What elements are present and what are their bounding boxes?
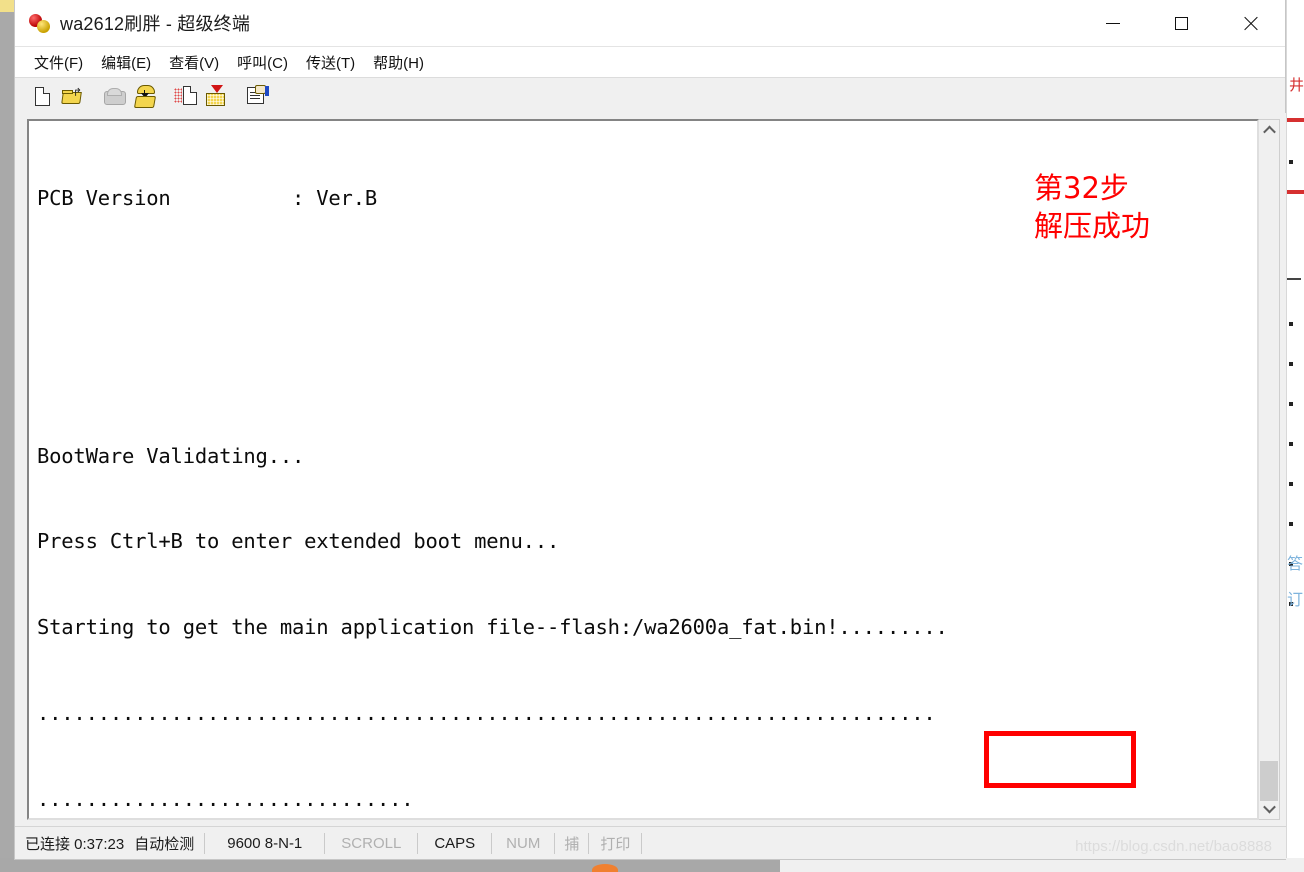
annotation-step-line1: 第32步 (1034, 171, 1129, 205)
maximize-button[interactable] (1147, 0, 1216, 46)
status-bar: 已连接 0:37:23 自动检测 9600 8-N-1 SCROLL CAPS … (15, 826, 1286, 859)
toolbar-connect[interactable] (129, 81, 159, 111)
minimize-icon (1105, 22, 1120, 24)
hyperterminal-window: wa2612刷胖 - 超级终端 文件(F) 编辑(E) 查看(V) 呼叫(C) … (14, 0, 1286, 860)
close-button[interactable] (1216, 0, 1285, 46)
toolbar-receive[interactable] (201, 81, 231, 111)
terminal-line: Press Ctrl+B to enter extended boot menu… (37, 529, 560, 554)
toolbar-disconnect[interactable] (99, 81, 129, 111)
toolbar-send[interactable] (171, 81, 201, 111)
maximize-icon (1175, 16, 1188, 30)
annotation-done-highlight-box (984, 731, 1136, 788)
status-num: NUM (506, 834, 541, 852)
status-separator (641, 832, 643, 854)
background-document-page: 井 答 订 (1286, 0, 1304, 872)
scroll-down-button[interactable] (1259, 798, 1279, 819)
desktop-bottom-strip-right (780, 858, 1304, 872)
desktop-bottom-strip (0, 858, 780, 872)
taskbar-orange-icon (592, 864, 618, 872)
new-document-icon (34, 86, 50, 106)
terminal-output: PCB Version : Ver.B BootWare Validating.… (37, 127, 948, 818)
background-yellow-sliver (0, 0, 14, 12)
window-title: wa2612刷胖 - 超级终端 (60, 14, 251, 34)
menu-file[interactable]: 文件(F) (25, 50, 92, 75)
status-print: 打印 (600, 835, 631, 853)
phone-disconnected-icon (103, 87, 126, 105)
menu-help[interactable]: 帮助(H) (364, 50, 433, 75)
status-caps: CAPS (434, 834, 476, 852)
window-controls (1078, 0, 1285, 46)
status-connected: 已连接 0:37:23 (25, 835, 125, 853)
close-icon (1243, 16, 1258, 31)
scroll-up-button[interactable] (1259, 120, 1279, 141)
desktop-left-strip (0, 0, 14, 872)
scrollbar-thumb[interactable] (1260, 761, 1278, 801)
menu-transfer[interactable]: 传送(T) (297, 50, 364, 75)
send-file-icon (174, 86, 198, 106)
title-bar: wa2612刷胖 - 超级终端 (15, 0, 1285, 47)
properties-icon (247, 85, 269, 106)
hyperterminal-icon (29, 12, 51, 34)
terminal-line: BootWare Validating... (37, 443, 305, 468)
toolbar-properties[interactable] (243, 81, 273, 111)
chevron-up-icon (1262, 125, 1276, 139)
menu-view[interactable]: 查看(V) (160, 50, 228, 75)
terminal-screen[interactable]: PCB Version : Ver.B BootWare Validating.… (27, 119, 1259, 820)
terminal-line: PCB Version : Ver.B (37, 186, 377, 211)
terminal-scrollbar[interactable] (1259, 119, 1280, 820)
status-detect: 自动检测 (134, 835, 195, 853)
watermark: https://blog.csdn.net/bao8888 (1075, 838, 1272, 855)
terminal-line: ........................................… (37, 700, 936, 725)
terminal-area: PCB Version : Ver.B BootWare Validating.… (15, 113, 1286, 826)
annotation-step-line2: 解压成功 (1034, 209, 1151, 243)
menu-bar: 文件(F) 编辑(E) 查看(V) 呼叫(C) 传送(T) 帮助(H) (15, 47, 1285, 78)
phone-connect-icon (133, 85, 156, 108)
minimize-button[interactable] (1078, 0, 1147, 46)
terminal-line: ............................... (37, 786, 414, 811)
toolbar-new[interactable] (27, 81, 57, 111)
toolbar-open[interactable]: ↱ (57, 81, 87, 111)
open-folder-icon: ↱ (62, 87, 82, 104)
chevron-down-icon (1262, 800, 1276, 814)
receive-file-icon (205, 85, 227, 106)
terminal-line: Starting to get the main application fil… (37, 615, 948, 640)
status-serial: 9600 8-N-1 (227, 834, 303, 852)
screen-root: 井 答 订 wa2612刷胖 - 超级终端 文件(F) 编辑(E) 查看(V) … (0, 0, 1304, 872)
toolbar: ↱ (15, 78, 1285, 115)
menu-edit[interactable]: 编辑(E) (92, 50, 160, 75)
status-scroll: SCROLL (341, 834, 402, 852)
status-capture: 捕 (564, 835, 580, 853)
scrollbar-track[interactable] (1259, 141, 1279, 801)
menu-call[interactable]: 呼叫(C) (228, 50, 297, 75)
